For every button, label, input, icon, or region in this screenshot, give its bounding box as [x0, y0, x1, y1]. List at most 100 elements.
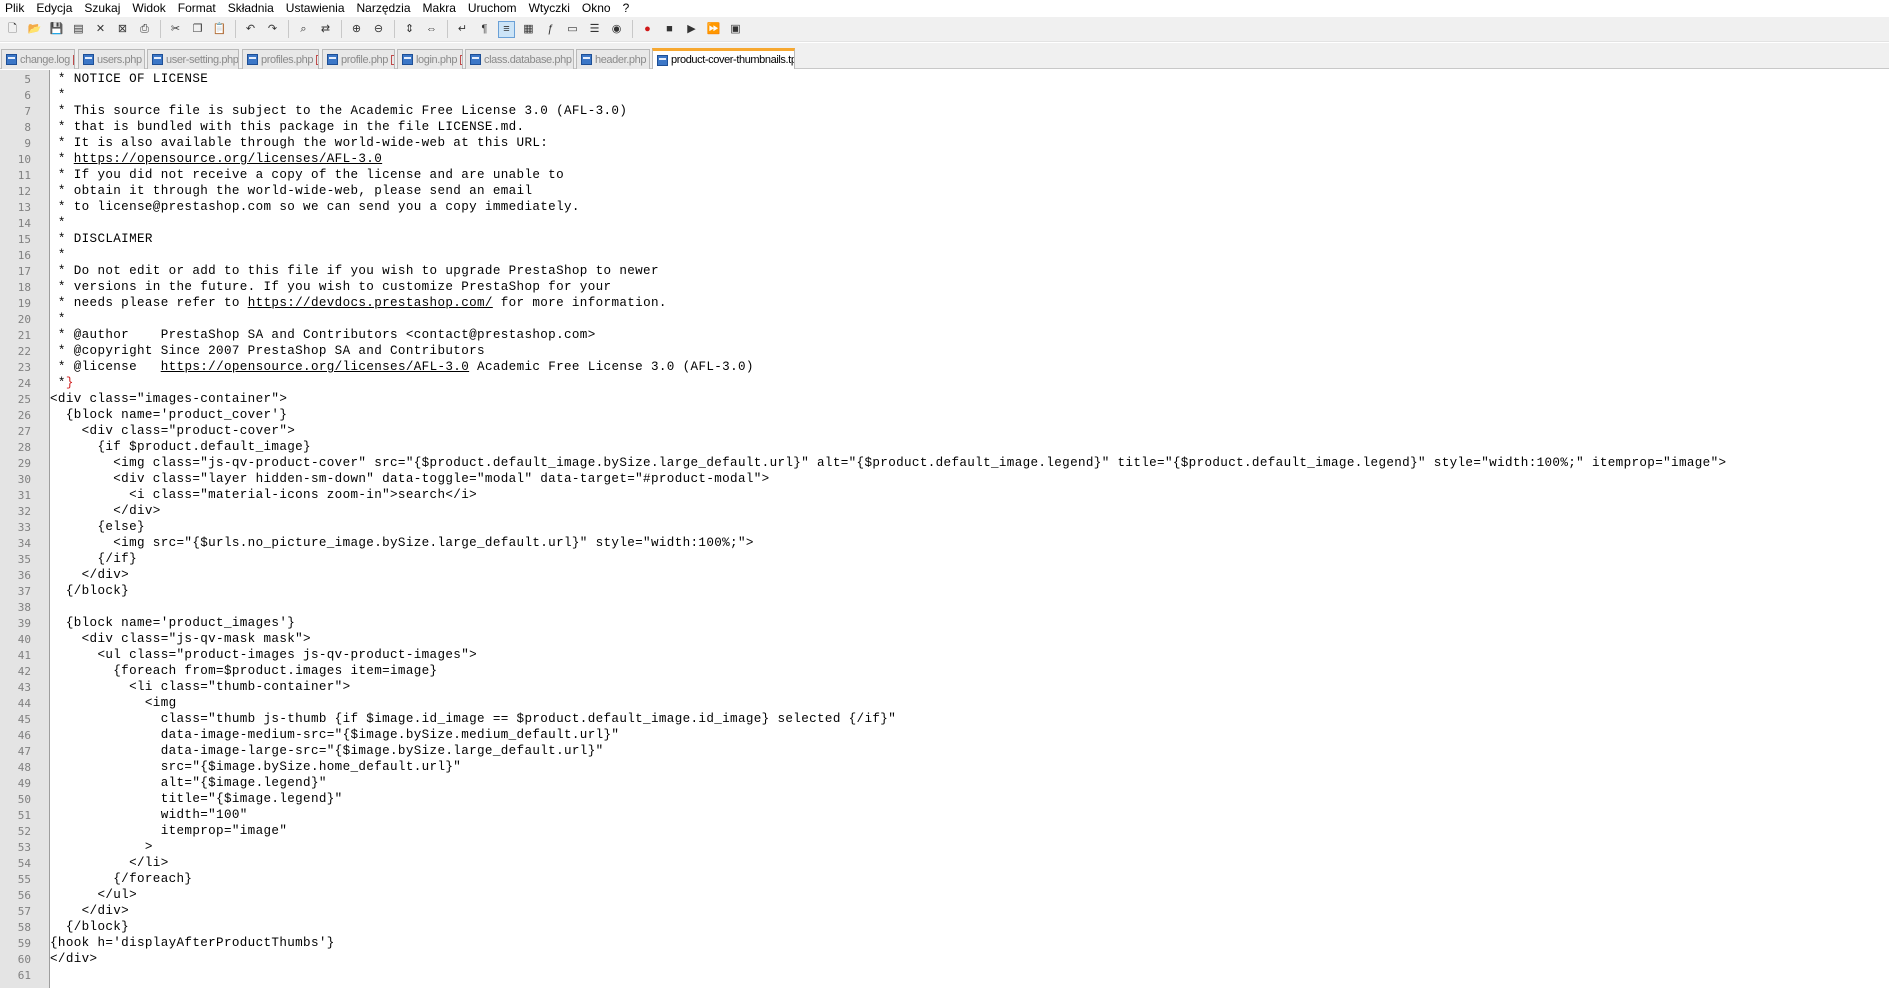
save-icon[interactable]: 💾: [48, 21, 65, 38]
paste-icon[interactable]: 📋: [211, 21, 228, 38]
tab-close-icon[interactable]: ×: [316, 54, 318, 65]
code-text[interactable]: title="{$image.legend}": [50, 792, 343, 806]
menu-item-7[interactable]: Narzędzia: [351, 0, 417, 17]
menu-item-8[interactable]: Makra: [417, 0, 462, 17]
open-file-icon[interactable]: 📂: [26, 21, 43, 38]
code-text[interactable]: *: [50, 88, 66, 102]
code-text[interactable]: </ul>: [50, 888, 137, 902]
code-text[interactable]: </div>: [50, 568, 129, 582]
code-text[interactable]: *: [50, 312, 66, 326]
save-all-icon[interactable]: ▤: [70, 21, 87, 38]
code-text[interactable]: * @license https://opensource.org/licens…: [50, 360, 754, 374]
close-icon[interactable]: ✕: [92, 21, 109, 38]
tab-close-icon[interactable]: ×: [649, 55, 650, 65]
zoom-in-icon[interactable]: ⊕: [348, 21, 365, 38]
code-text[interactable]: * @author PrestaShop SA and Contributors…: [50, 328, 596, 342]
play-macro-icon[interactable]: ▶: [683, 21, 700, 38]
code-text[interactable]: * that is bundled with this package in t…: [50, 120, 524, 134]
menu-item-11[interactable]: Okno: [576, 0, 617, 17]
menu-item-12[interactable]: ?: [617, 0, 636, 17]
copy-icon[interactable]: ❐: [189, 21, 206, 38]
redo-icon[interactable]: ↷: [264, 21, 281, 38]
record-macro-icon[interactable]: ●: [639, 21, 656, 38]
code-text[interactable]: src="{$image.bySize.home_default.url}": [50, 760, 461, 774]
zoom-out-icon[interactable]: ⊖: [370, 21, 387, 38]
tab-0[interactable]: change.log×: [1, 49, 75, 69]
code-text[interactable]: * If you did not receive a copy of the l…: [50, 168, 564, 182]
code-text[interactable]: </div>: [50, 952, 97, 966]
menu-item-3[interactable]: Widok: [126, 0, 171, 17]
menu-item-0[interactable]: Plik: [0, 0, 30, 17]
code-text[interactable]: </div>: [50, 504, 161, 518]
code-text[interactable]: <div class="images-container">: [50, 392, 287, 406]
print-icon[interactable]: ⎙: [136, 21, 153, 38]
code-text[interactable]: * needs please refer to https://devdocs.…: [50, 296, 667, 310]
code-editor[interactable]: 5 * NOTICE OF LICENSE 6 * 7 * This source …: [0, 70, 1889, 988]
code-url[interactable]: https://devdocs.prestashop.com/: [248, 296, 493, 310]
code-text[interactable]: <div class="js-qv-mask mask">: [50, 632, 311, 646]
code-text[interactable]: <li class="thumb-container">: [50, 680, 350, 694]
tab-5[interactable]: login.php×: [397, 49, 463, 69]
code-text[interactable]: alt="{$image.legend}": [50, 776, 327, 790]
code-text[interactable]: <div class="layer hidden-sm-down" data-t…: [50, 472, 770, 486]
code-text[interactable]: * @copyright Since 2007 PrestaShop SA an…: [50, 344, 485, 358]
folder-workspace-icon[interactable]: ▭: [564, 21, 581, 38]
code-url[interactable]: https://opensource.org/licenses/AFL-3.0: [161, 360, 469, 374]
find-icon[interactable]: ⌕: [295, 21, 312, 38]
code-text[interactable]: *}: [50, 376, 74, 390]
menu-item-1[interactable]: Edycja: [30, 0, 78, 17]
code-url[interactable]: https://opensource.org/licenses/AFL-3.0: [74, 152, 382, 166]
menu-item-10[interactable]: Wtyczki: [523, 0, 576, 17]
tab-6[interactable]: class.database.php×: [465, 49, 574, 69]
code-text[interactable]: <img class="js-qv-product-cover" src="{$…: [50, 456, 1726, 470]
code-text[interactable]: * NOTICE OF LICENSE: [50, 72, 208, 86]
code-text[interactable]: <img src="{$urls.no_picture_image.bySize…: [50, 536, 754, 550]
tab-close-icon[interactable]: ×: [390, 54, 394, 65]
tab-8[interactable]: product-cover-thumbnails.tpl ×: [652, 48, 795, 69]
function-list-icon[interactable]: ƒ: [542, 21, 559, 38]
stop-record-icon[interactable]: ■: [661, 21, 678, 38]
code-text[interactable]: * obtain it through the world-wide-web, …: [50, 184, 532, 198]
code-text[interactable]: * DISCLAIMER: [50, 232, 153, 246]
word-wrap-icon[interactable]: ↵: [454, 21, 471, 38]
show-all-chars-icon[interactable]: ¶: [476, 21, 493, 38]
doc-map-icon[interactable]: ▦: [520, 21, 537, 38]
code-text[interactable]: * This source file is subject to the Aca…: [50, 104, 627, 118]
monitor-icon[interactable]: ◉: [608, 21, 625, 38]
tab-1[interactable]: users.php×: [78, 49, 145, 69]
tab-3[interactable]: profiles.php×: [242, 49, 319, 69]
code-text[interactable]: {/if}: [50, 552, 137, 566]
code-text[interactable]: {foreach from=$product.images item=image…: [50, 664, 437, 678]
menu-item-4[interactable]: Format: [172, 0, 222, 17]
save-macro-icon[interactable]: ▣: [727, 21, 744, 38]
code-text[interactable]: {/block}: [50, 584, 129, 598]
code-text[interactable]: * https://opensource.org/licenses/AFL-3.…: [50, 152, 382, 166]
sync-vertical-icon[interactable]: ⇕: [401, 21, 418, 38]
tab-close-icon[interactable]: ×: [72, 54, 74, 65]
code-text[interactable]: </div>: [50, 904, 129, 918]
menu-item-6[interactable]: Ustawienia: [280, 0, 351, 17]
code-text[interactable]: *: [50, 216, 66, 230]
code-text[interactable]: >: [50, 840, 153, 854]
sync-horizontal-icon[interactable]: ⇔: [423, 21, 440, 38]
code-text[interactable]: <div class="product-cover">: [50, 424, 295, 438]
menu-item-9[interactable]: Uruchom: [462, 0, 523, 17]
menu-item-2[interactable]: Szukaj: [78, 0, 126, 17]
code-text[interactable]: {if $product.default_image}: [50, 440, 311, 454]
code-text[interactable]: <i class="material-icons zoom-in">search…: [50, 488, 477, 502]
run-macro-multiple-icon[interactable]: ⏩: [705, 21, 722, 38]
code-text[interactable]: {else}: [50, 520, 145, 534]
tab-close-icon[interactable]: ×: [460, 54, 462, 65]
tab-2[interactable]: user-setting.php×: [147, 49, 239, 69]
close-all-icon[interactable]: ⊠: [114, 21, 131, 38]
code-text[interactable]: itemprop="image": [50, 824, 287, 838]
code-text[interactable]: {hook h='displayAfterProductThumbs'}: [50, 936, 335, 950]
new-file-icon[interactable]: 🗋: [4, 21, 21, 38]
doc-list-icon[interactable]: ☰: [586, 21, 603, 38]
code-text[interactable]: </li>: [50, 856, 169, 870]
indent-guide-icon[interactable]: ≡: [498, 20, 515, 38]
code-text[interactable]: * Do not edit or add to this file if you…: [50, 264, 659, 278]
code-text[interactable]: * It is also available through the world…: [50, 136, 548, 150]
code-text[interactable]: *: [50, 248, 66, 262]
tab-7[interactable]: header.php×: [576, 49, 650, 69]
